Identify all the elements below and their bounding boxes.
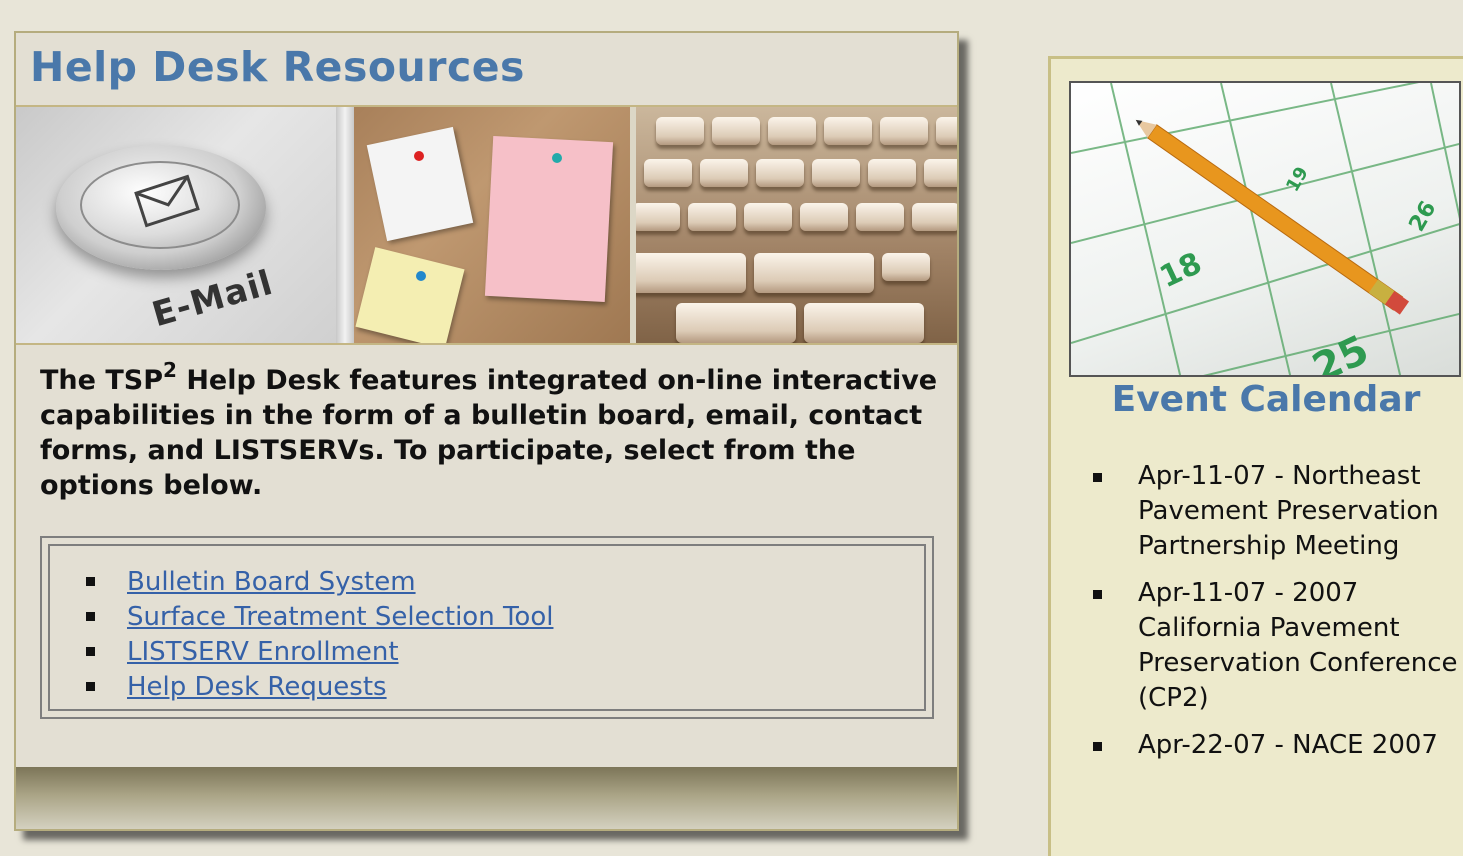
list-item: Surface Treatment Selection Tool [86, 599, 924, 634]
svg-text:26: 26 [1405, 197, 1442, 236]
event-calendar-title: Event Calendar [1111, 379, 1421, 420]
event-calendar-panel: 18 25 26 19 Event Calendar Apr-11-07 - N… [1048, 56, 1463, 856]
list-item: LISTSERV Enrollment [86, 634, 924, 669]
svg-text:19: 19 [1282, 163, 1313, 195]
pushpin-icon [414, 151, 424, 161]
event-item-text: Apr-11-07 - Northeast Pavement Preservat… [1138, 461, 1439, 561]
sticky-note [355, 247, 465, 343]
listserv-enrollment-link[interactable]: LISTSERV Enrollment [127, 637, 399, 667]
bullet-icon [1093, 473, 1102, 482]
help-desk-requests-link[interactable]: Help Desk Requests [127, 672, 387, 702]
help-desk-title: Help Desk Resources [30, 43, 525, 91]
envelope-icon [134, 174, 200, 228]
bulletin-board-image [354, 107, 636, 343]
svg-text:25: 25 [1306, 327, 1376, 377]
bullet-icon [1093, 742, 1102, 751]
email-banner-image: E-Mail [16, 107, 336, 343]
event-list: Apr-11-07 - Northeast Pavement Preservat… [1093, 459, 1463, 775]
options-list: Bulletin Board System Surface Treatment … [86, 564, 924, 704]
help-desk-panel: Help Desk Resources E-Mail The TSP2 Help… [14, 31, 959, 831]
calendar-icon: 18 25 26 19 [1071, 83, 1459, 377]
list-item: Apr-11-07 - Northeast Pavement Preservat… [1093, 459, 1463, 564]
svg-text:18: 18 [1155, 246, 1208, 295]
event-item-text: Apr-11-07 - 2007 California Pavement Pre… [1138, 578, 1458, 713]
help-desk-banner: E-Mail [16, 105, 957, 345]
list-item: Apr-22-07 - NACE 2007 [1093, 728, 1463, 763]
email-label: E-Mail [147, 262, 278, 336]
bulletin-board-link[interactable]: Bulletin Board System [127, 567, 416, 597]
event-item-text: Apr-22-07 - NACE 2007 [1138, 730, 1438, 760]
bullet-icon [86, 647, 95, 656]
pushpin-icon [416, 271, 426, 281]
email-button-graphic [56, 145, 266, 270]
keyboard-image [636, 107, 957, 343]
list-item: Help Desk Requests [86, 669, 924, 704]
bullet-icon [86, 612, 95, 621]
options-box: Bulletin Board System Surface Treatment … [40, 536, 934, 719]
surface-treatment-link[interactable]: Surface Treatment Selection Tool [127, 602, 553, 632]
intro-paragraph: The TSP2 Help Desk features integrated o… [40, 358, 938, 501]
sticky-note [484, 135, 614, 303]
bullet-icon [86, 682, 95, 691]
pushpin-icon [552, 153, 562, 163]
panel-footer-bar [16, 767, 957, 829]
calendar-pencil-image: 18 25 26 19 [1069, 81, 1461, 377]
list-item: Bulletin Board System [86, 564, 924, 599]
sticky-note [366, 126, 474, 242]
bullet-icon [1093, 590, 1102, 599]
list-item: Apr-11-07 - 2007 California Pavement Pre… [1093, 576, 1463, 716]
bullet-icon [86, 577, 95, 586]
